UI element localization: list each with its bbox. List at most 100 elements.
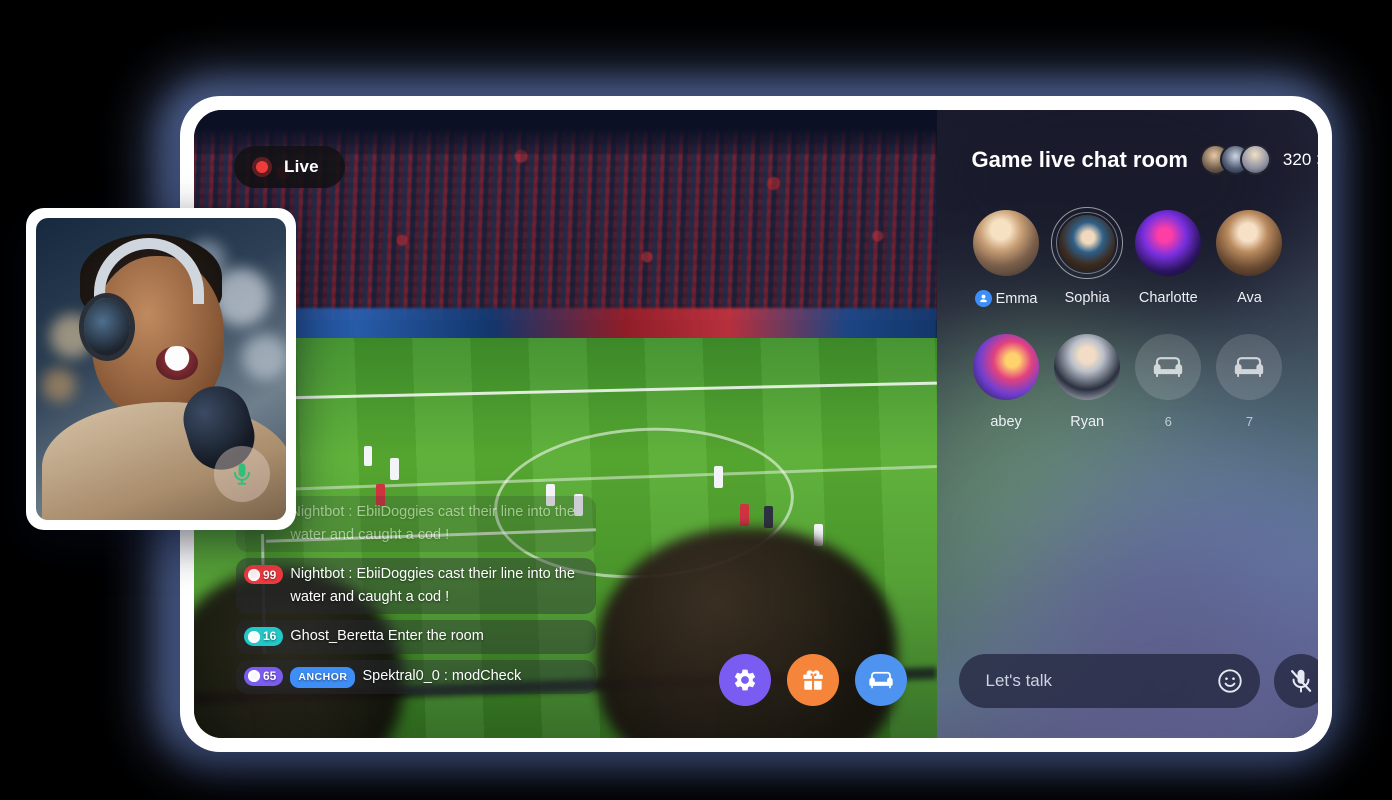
commentator-pip-card[interactable] <box>26 208 296 530</box>
chevron-right-icon <box>1313 154 1318 165</box>
seat-name-label: 6 <box>1164 414 1172 429</box>
participant-seat[interactable]: Sophia <box>1047 207 1128 307</box>
seat-avatar-wrap <box>1132 207 1204 279</box>
chat-message-text: Nightbot : EbiiDoggies cast their line i… <box>290 566 575 605</box>
chat-role-tag: ANCHOR <box>290 666 356 688</box>
seat-name-row: Ava <box>1237 290 1262 306</box>
stadium-ad-board <box>194 308 938 342</box>
seat-avatar-wrap <box>1213 207 1285 279</box>
settings-button[interactable] <box>719 654 772 706</box>
viewer-count-label: 320 <box>1282 149 1312 169</box>
message-composer <box>937 654 1318 738</box>
pip-microphone-button[interactable] <box>214 446 270 502</box>
empty-seat[interactable]: 7 <box>1209 331 1290 430</box>
chat-level-badge: 65 <box>244 666 284 686</box>
chat-level-value: 16 <box>263 629 277 644</box>
pitch-sideline <box>194 381 938 402</box>
player <box>390 458 399 480</box>
smiley-icon <box>1218 669 1243 693</box>
participant-seat[interactable]: Emma <box>965 207 1046 307</box>
seat-name-row: 6 <box>1165 414 1172 429</box>
gift-icon <box>803 670 824 690</box>
gear-icon <box>735 669 756 691</box>
tablet-frame: Live 16 Nightbot : EbiiDoggies cast their… <box>180 96 1332 752</box>
commentator-video <box>36 218 286 520</box>
seat-name-row: Charlotte <box>1139 290 1198 306</box>
seat-button[interactable] <box>855 654 908 706</box>
participant-seat[interactable]: abey <box>965 331 1046 430</box>
empty-seat[interactable]: 6 <box>1128 331 1209 430</box>
medal-icon <box>248 630 260 643</box>
live-video-pane[interactable]: Live 16 Nightbot : EbiiDoggies cast their… <box>194 110 938 738</box>
chat-level-value: 99 <box>263 567 277 582</box>
room-title: Game live chat room <box>971 146 1188 172</box>
sofa-icon <box>1154 357 1183 378</box>
player <box>364 446 372 466</box>
seat-avatar-wrap <box>970 331 1042 403</box>
viewer-avatar <box>1239 144 1271 175</box>
host-badge-icon <box>974 290 992 307</box>
participant-seat[interactable]: Charlotte <box>1128 207 1209 307</box>
seat-name-row: abey <box>990 414 1021 430</box>
seat-grid: Emma Sophia Charlotte Ava abey Ryan 6 7 <box>937 175 1318 430</box>
medal-icon <box>248 670 260 683</box>
message-input-pill[interactable] <box>959 654 1261 708</box>
gift-button[interactable] <box>787 654 840 706</box>
live-badge-label: Live <box>284 157 319 176</box>
chat-message-text: Nightbot : EbiiDoggies cast their line i… <box>290 504 575 543</box>
emoji-button[interactable] <box>1216 667 1244 695</box>
seat-avatar <box>1054 334 1121 400</box>
room-header: Game live chat room 320 <box>937 110 1318 175</box>
microphone-toggle-button[interactable] <box>1274 654 1318 708</box>
chat-level-badge: 99 <box>244 565 284 585</box>
seat-name-row: Emma <box>974 290 1038 307</box>
speaking-ring-inner <box>1056 212 1119 274</box>
seat-name-row: Sophia <box>1065 290 1110 306</box>
seat-name-label: 7 <box>1245 414 1254 429</box>
chat-message: 16 Ghost_Beretta Enter the room <box>236 620 596 654</box>
stream-action-buttons <box>719 654 908 706</box>
participant-seat[interactable]: Ava <box>1209 207 1290 307</box>
player <box>740 504 749 526</box>
chat-overlay: 16 Nightbot : EbiiDoggies cast their line… <box>236 496 596 694</box>
headphones-earcup <box>84 298 130 356</box>
seat-name-label: Charlotte <box>1138 290 1198 306</box>
sofa-icon <box>1235 357 1264 378</box>
seat-avatar <box>1216 210 1283 276</box>
seat-name-row: 7 <box>1246 414 1253 429</box>
chat-level-badge: 16 <box>244 627 284 647</box>
player <box>764 506 773 528</box>
chat-message: 65 ANCHOR Spektral0_0 : modCheck <box>236 659 596 694</box>
seat-avatar <box>973 210 1040 276</box>
seat-avatar <box>1135 210 1202 276</box>
message-input[interactable] <box>985 671 1207 691</box>
participant-seat[interactable]: Ryan <box>1047 331 1128 430</box>
player <box>714 466 723 488</box>
seat-avatar-wrap <box>1213 331 1285 403</box>
seat-name-label: Sophia <box>1064 290 1110 306</box>
screenshot-stage: Live 16 Nightbot : EbiiDoggies cast their… <box>0 0 1392 800</box>
chat-room-panel: Game live chat room 320 Emma Sophia Charlo… <box>937 110 1318 738</box>
microphone-icon <box>233 463 251 485</box>
viewer-avatars[interactable] <box>1199 144 1271 175</box>
seat-name-row: Ryan <box>1070 414 1104 430</box>
chat-level-value: 65 <box>263 668 277 683</box>
viewer-count-button[interactable]: 320 <box>1283 150 1318 170</box>
seat-avatar-wrap <box>1132 331 1204 403</box>
tablet-screen: Live 16 Nightbot : EbiiDoggies cast their… <box>194 110 1318 738</box>
seat-name-label: Ava <box>1237 290 1262 306</box>
empty-seat-placeholder <box>1135 334 1202 400</box>
live-dot-icon <box>252 157 272 177</box>
seat-name-label: Emma <box>995 290 1038 307</box>
live-badge: Live <box>234 146 345 188</box>
seat-avatar-wrap <box>1051 331 1123 403</box>
seat-name-label: abey <box>990 414 1022 430</box>
medal-icon <box>248 568 260 581</box>
sofa-icon <box>869 671 894 689</box>
empty-seat-placeholder <box>1216 334 1283 400</box>
commentator-mouth <box>156 346 198 380</box>
chat-message-text: Spektral0_0 : modCheck <box>362 667 522 684</box>
seat-name-label: Ryan <box>1070 414 1105 430</box>
chat-message: 99 Nightbot : EbiiDoggies cast their line… <box>236 558 596 615</box>
microphone-muted-icon <box>1291 669 1312 693</box>
